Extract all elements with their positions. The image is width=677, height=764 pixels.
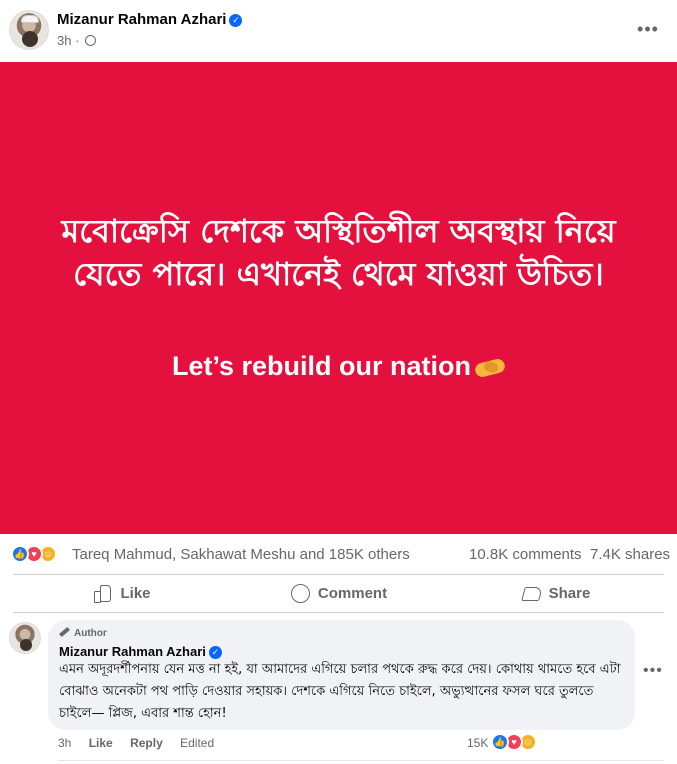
- divider: [58, 760, 664, 761]
- post-header: Mizanur Rahman Azhari ✓ 3h · •••: [0, 0, 677, 62]
- comment-avatar[interactable]: [9, 622, 41, 654]
- author-name-link[interactable]: Mizanur Rahman Azhari ✓: [57, 11, 243, 28]
- globe-icon: [85, 35, 97, 46]
- comment-more-icon[interactable]: •••: [643, 662, 663, 680]
- comment-author-name[interactable]: Mizanur Rahman Azhari: [59, 644, 206, 659]
- comment-button[interactable]: Comment: [230, 577, 447, 609]
- avatar-face: [22, 31, 38, 47]
- image-bangla-text: মবোক্রেসি দেশকে অস্থিতিশীল অবস্থায় নিয়…: [61, 212, 616, 293]
- comment-time[interactable]: 3h: [58, 736, 71, 750]
- shares-count[interactable]: 7.4K shares: [590, 546, 670, 563]
- facebook-post: Mizanur Rahman Azhari ✓ 3h · ••• মবোক্রেস…: [0, 0, 677, 764]
- like-button-label: Like: [120, 584, 151, 602]
- share-arrow-icon: [521, 583, 541, 603]
- share-button[interactable]: Share: [447, 577, 664, 609]
- share-button-label: Share: [548, 584, 591, 602]
- like-icon: 👍: [491, 733, 509, 751]
- author-badge: Author: [59, 626, 107, 639]
- comment-button-label: Comment: [317, 584, 388, 602]
- comment-reaction-count: 15K: [467, 736, 489, 750]
- reactors-text[interactable]: Tareq Mahmud, Sakhawat Meshu and 185K ot…: [72, 546, 410, 563]
- comments-count[interactable]: 10.8K comments: [469, 546, 582, 563]
- post-meta: 3h ·: [57, 33, 97, 48]
- comment-reaction-icons: 👍 ♥ ☺: [491, 733, 541, 751]
- divider: [13, 612, 664, 613]
- handshake-icon: [475, 356, 505, 378]
- comment-footer: 3h Like Reply Edited: [58, 736, 228, 750]
- avatar-face: [20, 639, 32, 651]
- comment: Author Mizanur Rahman Azhari ✓ এমন অদূরদর…: [0, 620, 677, 761]
- like-icon: 👍: [11, 545, 29, 563]
- avatar-cap: [21, 15, 39, 23]
- reaction-summary: 👍 ♥ ☺ Tareq Mahmud, Sakhawat Meshu and 1…: [0, 534, 677, 574]
- post-time[interactable]: 3h: [57, 33, 71, 48]
- verified-badge-icon: ✓: [208, 646, 222, 659]
- image-english-text: Let’s rebuild our nation: [171, 351, 471, 381]
- action-bar: Like Comment Share: [13, 575, 664, 611]
- author-name[interactable]: Mizanur Rahman Azhari: [57, 11, 226, 28]
- thumb-up-icon: [92, 583, 112, 603]
- author-avatar[interactable]: [9, 10, 49, 50]
- image-english-text-line: Let’s rebuild our nation: [40, 351, 637, 382]
- comment-reply-button[interactable]: Reply: [130, 736, 163, 750]
- comment-text: এমন অদূরদর্শীপনায় যেন মত্ত না হই, যা আম…: [59, 662, 621, 721]
- comment-edited-label[interactable]: Edited: [180, 736, 214, 750]
- post-image[interactable]: মবোক্রেসি দেশকে অস্থিতিশীল অবস্থায় নিয়…: [0, 62, 677, 534]
- more-options-icon[interactable]: •••: [632, 14, 664, 46]
- pencil-icon: [59, 626, 70, 638]
- author-badge-label: Author: [74, 628, 107, 639]
- like-button[interactable]: Like: [13, 577, 230, 609]
- comment-bubble: Author Mizanur Rahman Azhari ✓ এমন অদূরদর…: [48, 620, 635, 730]
- verified-badge-icon: ✓: [229, 14, 243, 27]
- comment-bubble-icon: [290, 583, 310, 603]
- comment-author-link[interactable]: Mizanur Rahman Azhari ✓: [59, 644, 222, 659]
- comment-like-button[interactable]: Like: [89, 736, 113, 750]
